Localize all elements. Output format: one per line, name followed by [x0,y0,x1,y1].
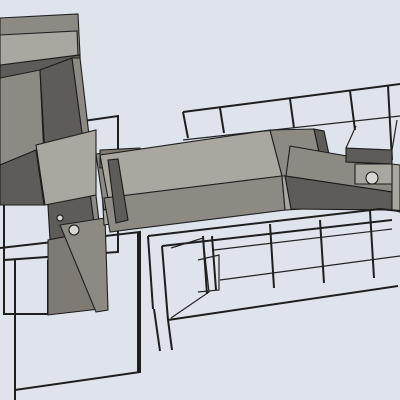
drive-pulley [365,171,379,185]
bearing-circle [68,224,80,236]
cad-viewport[interactable] [0,0,400,400]
bucket-elevator-column [0,57,109,316]
support-frame [147,207,400,352]
bolt-circle [56,214,64,222]
conveyor-assembly-drawing [0,13,400,400]
